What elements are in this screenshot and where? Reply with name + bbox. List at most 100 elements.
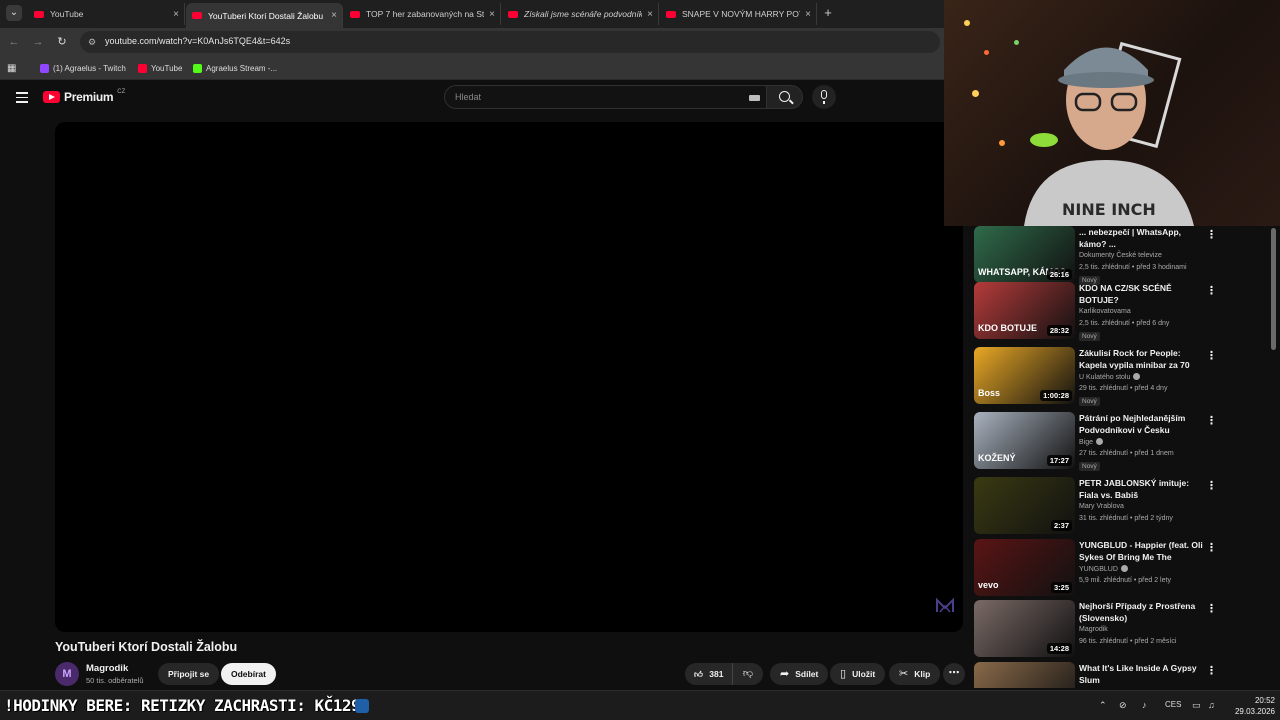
- join-button[interactable]: Připojit se: [158, 663, 220, 685]
- recommended-video[interactable]: 2:37 PETR JABLONSKÝ imituje: Fiala vs. Ba…: [974, 477, 1224, 537]
- recommended-video-title[interactable]: YUNGBLUD - Happier (feat. Oli Sykes Of B…: [1079, 539, 1204, 563]
- video-thumbnail[interactable]: [974, 662, 1075, 688]
- recommended-channel-name[interactable]: Dokumenty České televize: [1079, 252, 1162, 259]
- bookmark-twitch[interactable]: (1) Agraelus - Twitch: [40, 61, 126, 75]
- bookmarks-bar: ▦ (1) Agraelus - Twitch YouTube Agraelus…: [0, 56, 944, 80]
- keyboard-icon[interactable]: [749, 95, 760, 101]
- tab-close-icon[interactable]: ×: [326, 10, 342, 21]
- recommended-video[interactable]: KDO BOTUJE 28:32 KDO NA CZ/SK SCÉNĚ BOTUJE…: [974, 282, 1224, 342]
- search-button[interactable]: [767, 85, 803, 109]
- site-info-icon[interactable]: ⚙: [88, 36, 100, 48]
- video-thumbnail[interactable]: KOŽENÝ 17:27: [974, 412, 1075, 469]
- recommended-channel-name[interactable]: YUNGBLUD: [1079, 565, 1128, 573]
- channel-name[interactable]: Magrodik: [86, 663, 128, 674]
- share-button[interactable]: ➦ Sdílet: [770, 663, 829, 685]
- recommended-channel-name[interactable]: Karlikovatovama: [1079, 308, 1131, 315]
- browser-tab-snape[interactable]: SNAPE V NOVÝM HARRY POTT ×: [660, 3, 817, 25]
- recommended-video[interactable]: vevo 3:25 YUNGBLUD - Happier (feat. Oli Sy…: [974, 539, 1224, 599]
- channel-avatar[interactable]: M: [55, 662, 79, 686]
- more-options-icon[interactable]: ⋮: [1206, 284, 1217, 297]
- recommended-video-title[interactable]: KDO NA CZ/SK SCÉNĚ BOTUJE?: [1079, 282, 1204, 306]
- address-bar[interactable]: ⚙ youtube.com/watch?v=K0AnJs6TQE4&t=642s: [80, 31, 940, 53]
- bookmark-youtube[interactable]: YouTube: [138, 61, 182, 75]
- recommended-video-title[interactable]: What It's Like Inside A Gypsy Slum: [1079, 662, 1204, 686]
- new-tab-plus-icon[interactable]: +: [820, 5, 836, 21]
- browser-tab-active-video[interactable]: YouTuberi Ktorí Dostali Žalobu ×: [186, 3, 343, 28]
- dislike-button[interactable]: 👎︎: [733, 663, 763, 685]
- more-options-icon[interactable]: ⋮: [1206, 228, 1217, 241]
- tab-search-chevron-icon[interactable]: ⌄: [6, 5, 22, 21]
- video-player[interactable]: [55, 122, 963, 632]
- recommended-video[interactable]: KOŽENÝ 17:27 Pátrání po Nejhledanějším Pod…: [974, 412, 1224, 472]
- tab-close-icon[interactable]: ×: [800, 9, 816, 20]
- recommended-video[interactable]: Boss 1:00:28 Zákulisí Rock for People: Kap…: [974, 347, 1224, 407]
- sidebar-scrollbar[interactable]: [1271, 228, 1276, 350]
- volume-icon[interactable]: ♫: [1208, 700, 1215, 710]
- channel-label: Magrodik: [1079, 626, 1108, 633]
- more-actions-icon[interactable]: ⋯: [943, 663, 965, 685]
- more-options-icon[interactable]: ⋮: [1206, 602, 1217, 615]
- video-thumbnail[interactable]: Boss 1:00:28: [974, 347, 1075, 404]
- duration-badge: 28:32: [1046, 325, 1072, 336]
- bookmark-kick[interactable]: Agraelus Stream -...: [193, 61, 277, 75]
- recommended-channel-name[interactable]: Magrodik: [1079, 626, 1108, 633]
- reload-icon[interactable]: ↻: [54, 34, 70, 50]
- video-thumbnail[interactable]: vevo 3:25: [974, 539, 1075, 596]
- stream-ticker-text: !HODINKY BERE: RETIZKY ZACHRASTI: KČ129: [4, 696, 361, 715]
- system-clock[interactable]: 20:52 29.03.2026: [1229, 695, 1275, 717]
- like-button[interactable]: 👍︎ 381: [685, 663, 733, 685]
- microphone-tray-icon[interactable]: ♪: [1142, 700, 1147, 710]
- streamer-figure: NINE INCH: [1024, 41, 1194, 226]
- more-options-icon[interactable]: ⋮: [1206, 664, 1217, 677]
- network-icon[interactable]: ⊘: [1119, 700, 1127, 711]
- recommended-channel-name[interactable]: U Kulatého stolu: [1079, 373, 1141, 381]
- svg-text:NINE INCH: NINE INCH: [1062, 200, 1156, 219]
- thumbs-up-icon: 👍︎: [694, 669, 703, 679]
- forward-arrow-icon[interactable]: →: [30, 34, 46, 50]
- language-indicator[interactable]: CES: [1165, 700, 1181, 709]
- share-arrow-icon: ➦: [780, 668, 790, 680]
- youtube-favicon-icon: [350, 10, 360, 18]
- more-options-icon[interactable]: ⋮: [1206, 541, 1217, 554]
- video-thumbnail[interactable]: 14:28: [974, 600, 1075, 657]
- more-options-icon[interactable]: ⋮: [1206, 479, 1217, 492]
- steam-icon[interactable]: [355, 699, 369, 713]
- subscribe-button[interactable]: Odebírat: [221, 663, 276, 685]
- tab-close-icon[interactable]: ×: [484, 9, 500, 20]
- recommended-video[interactable]: What It's Like Inside A Gypsy Slum ⋮: [974, 662, 1224, 688]
- search-input[interactable]: Hledat: [444, 85, 767, 109]
- recommended-channel-name[interactable]: Mary Vrablova: [1079, 503, 1124, 510]
- more-options-icon[interactable]: ⋮: [1206, 349, 1217, 362]
- recommended-video[interactable]: 14:28 Nejhorší Případy z Prostřena (Slove…: [974, 600, 1224, 660]
- video-thumbnail[interactable]: 2:37: [974, 477, 1075, 534]
- video-thumbnail[interactable]: WHATSAPP, KÁMO? 26:16: [974, 226, 1075, 283]
- verified-check-icon: [1133, 373, 1141, 380]
- more-options-icon[interactable]: ⋮: [1206, 414, 1217, 427]
- youtube-premium-logo[interactable]: Premium CZ: [43, 89, 125, 104]
- tab-close-icon[interactable]: ×: [642, 9, 658, 20]
- recommended-video[interactable]: WHATSAPP, KÁMO? 26:16... nebezpečí | What…: [974, 226, 1224, 286]
- clip-button[interactable]: ✂ Klip: [889, 663, 941, 685]
- tray-overflow-chevron-icon[interactable]: ⌃: [1099, 700, 1107, 711]
- search-icon: [779, 91, 790, 102]
- channel-watermark-icon[interactable]: [935, 596, 955, 616]
- voice-search-button[interactable]: [812, 85, 836, 109]
- recommended-video-title[interactable]: ... nebezpečí | WhatsApp, kámo? ...: [1079, 226, 1204, 250]
- menu-hamburger-icon[interactable]: [16, 92, 28, 103]
- recommended-channel-name[interactable]: Bige: [1079, 438, 1104, 446]
- recommended-video-title[interactable]: Zákulisí Rock for People: Kapela vypila …: [1079, 347, 1204, 371]
- scissors-icon: ✂: [899, 668, 909, 680]
- recommended-video-title[interactable]: Pátrání po Nejhledanějším Podvodníkovi v…: [1079, 412, 1204, 436]
- save-button[interactable]: ▯ Uložit: [830, 663, 886, 685]
- apps-grid-icon[interactable]: ▦: [7, 61, 16, 75]
- browser-tab-top7[interactable]: TOP 7 her zabanovaných na Ste ×: [344, 3, 501, 25]
- url-text[interactable]: youtube.com/watch?v=K0AnJs6TQE4&t=642s: [105, 36, 290, 46]
- recommended-video-title[interactable]: PETR JABLONSKÝ imituje: Fiala vs. Babiš: [1079, 477, 1204, 501]
- monitor-icon[interactable]: ▭: [1192, 700, 1201, 711]
- browser-tab-youtube[interactable]: YouTube ×: [28, 3, 185, 25]
- recommended-video-title[interactable]: Nejhorší Případy z Prostřena (Slovensko): [1079, 600, 1204, 624]
- tab-close-icon[interactable]: ×: [168, 9, 184, 20]
- back-arrow-icon[interactable]: ←: [6, 34, 22, 50]
- video-thumbnail[interactable]: KDO BOTUJE 28:32: [974, 282, 1075, 339]
- browser-tab-scenare[interactable]: Získali jsme scénáře podvodník ×: [502, 3, 659, 25]
